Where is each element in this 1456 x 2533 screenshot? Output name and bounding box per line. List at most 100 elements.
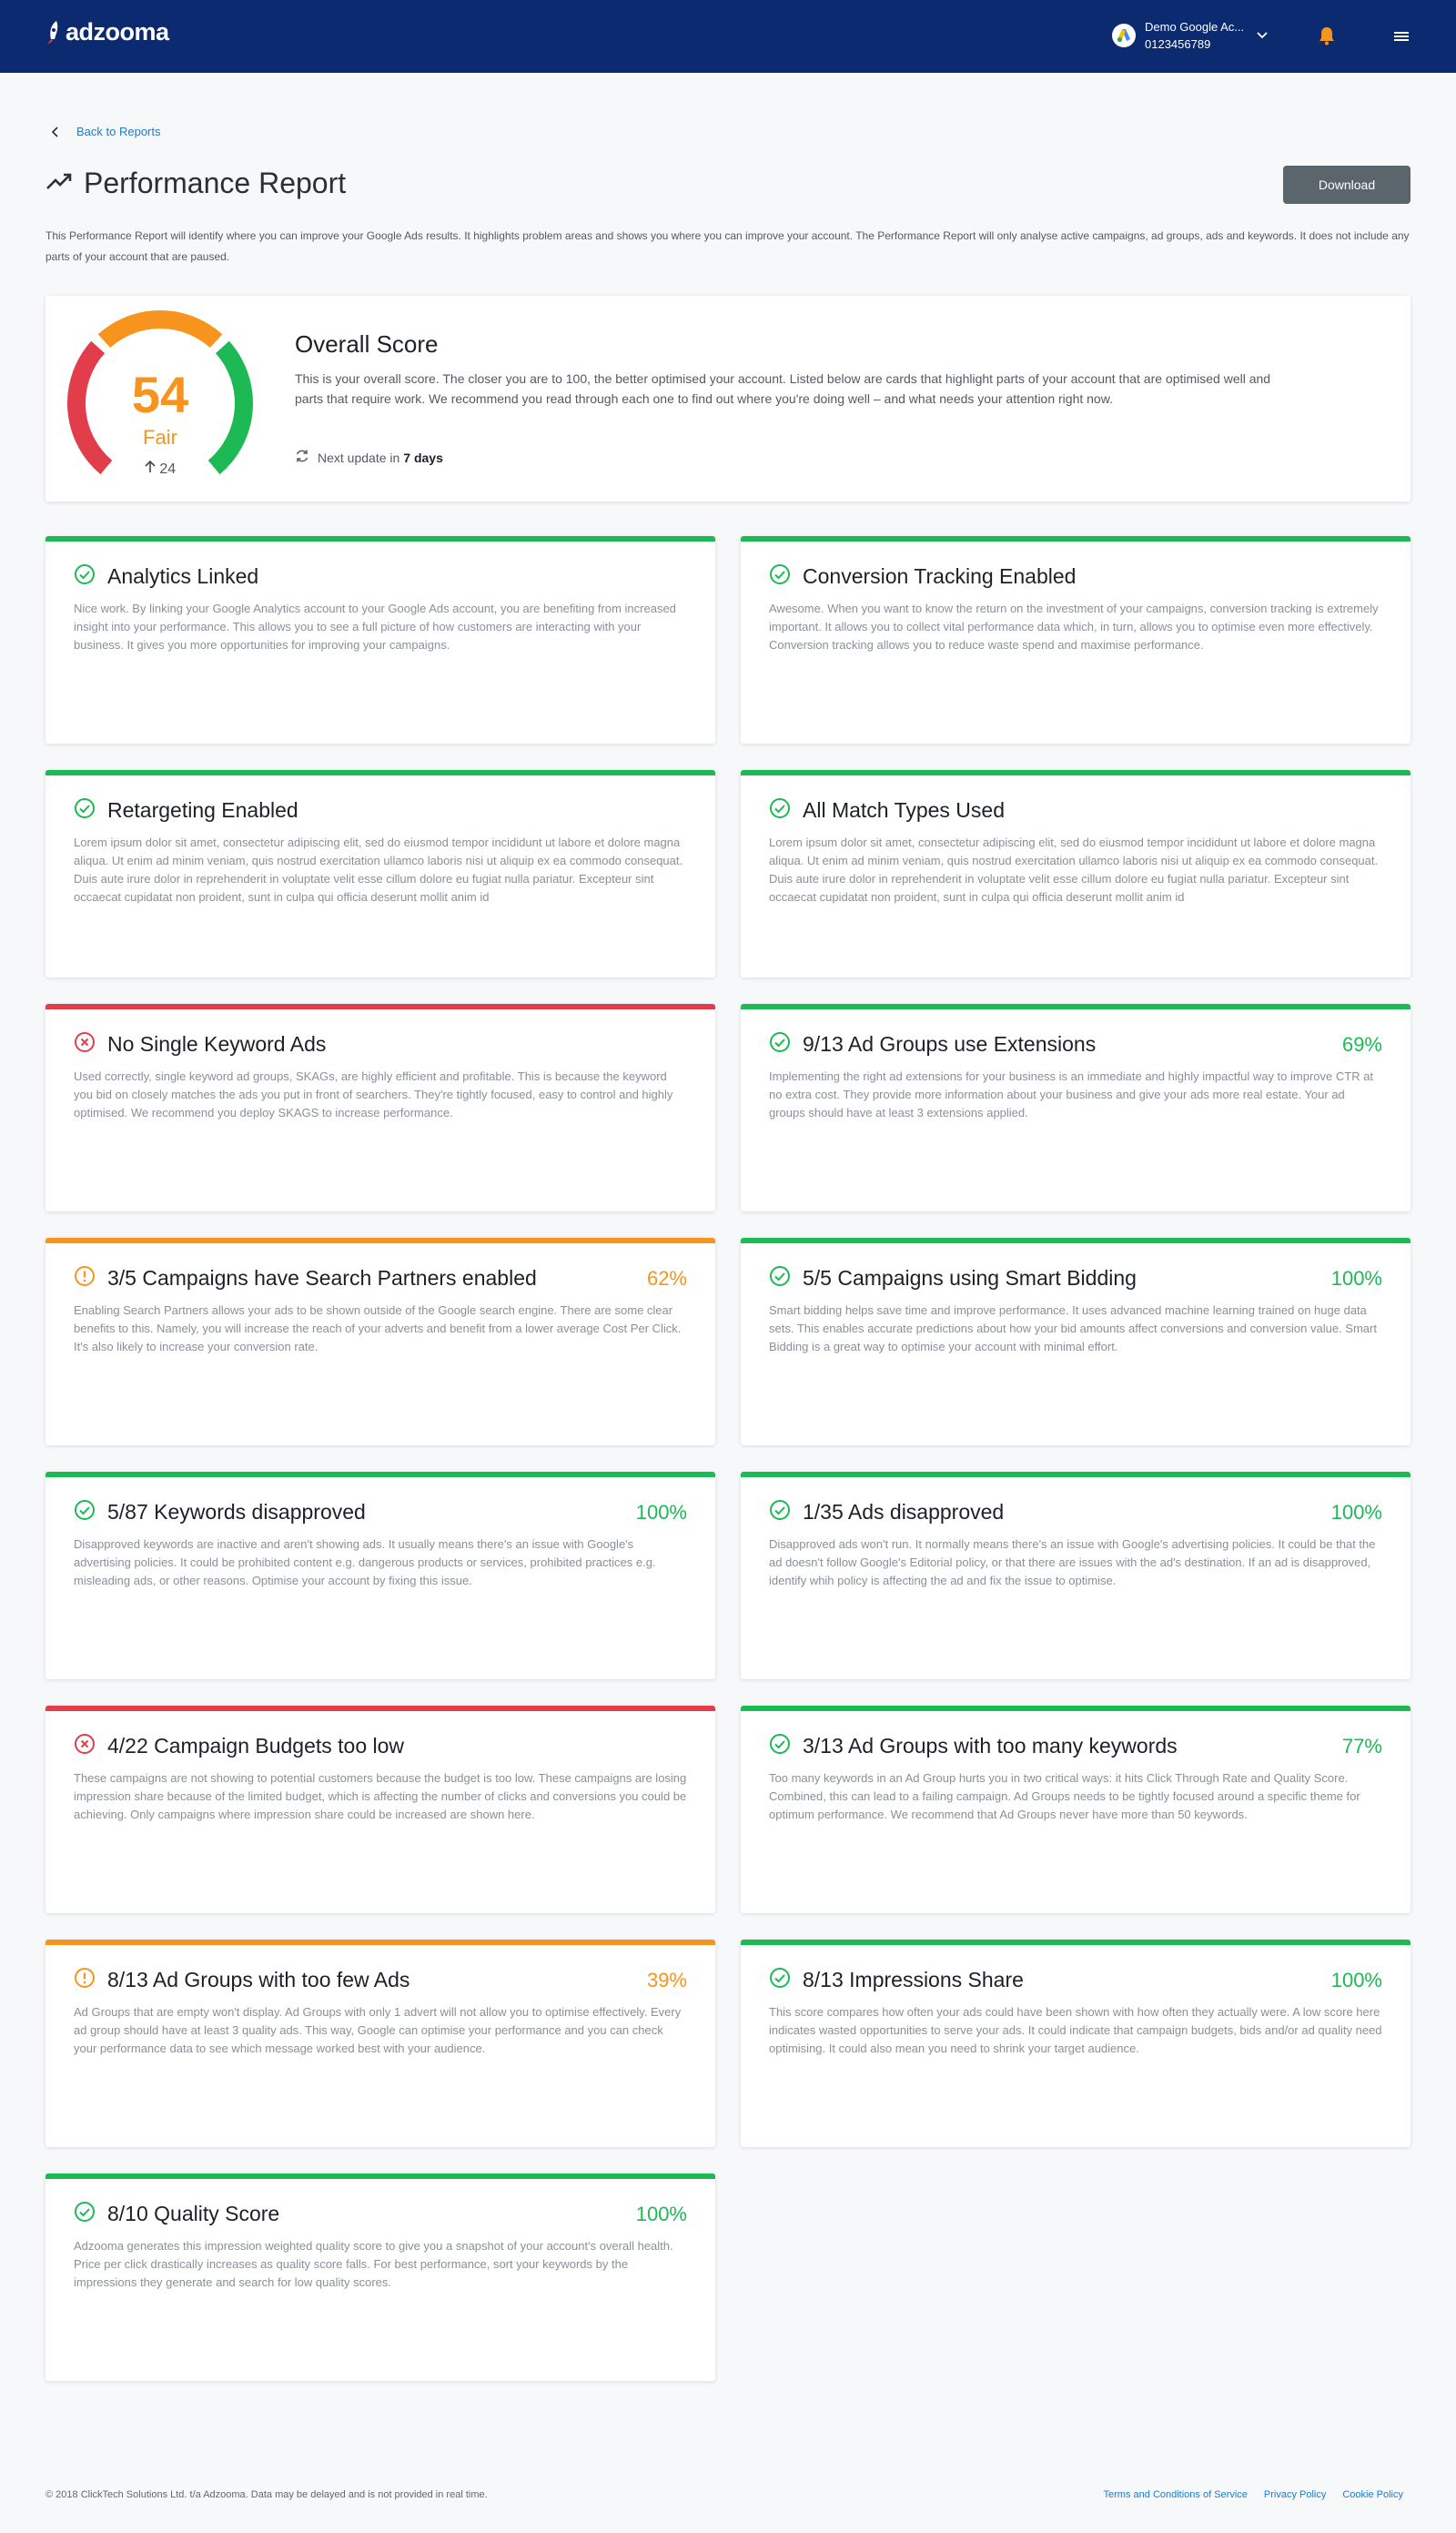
account-info: Demo Google Ac... 0123456789 <box>1145 18 1244 53</box>
download-button[interactable]: Download <box>1283 166 1410 204</box>
footer-copyright: © 2018 ClickTech Solutions Ltd. t/a Adzo… <box>46 2489 488 2500</box>
report-card[interactable]: No Single Keyword Ads Used correctly, sin… <box>46 1004 715 1211</box>
check-circle-icon <box>769 797 791 819</box>
report-card[interactable]: 5/87 Keywords disapproved 100% Disapproved… <box>46 1472 715 1679</box>
report-card[interactable]: Analytics Linked Nice work. By linking yo… <box>46 536 715 744</box>
notification-bell-icon[interactable] <box>1316 25 1338 46</box>
account-switcher[interactable]: Demo Google Ac... 0123456789 <box>1112 18 1268 53</box>
card-description: Disapproved ads won't run. It normally m… <box>769 1537 1376 1587</box>
score-change: 24 <box>64 460 257 478</box>
trending-up-icon <box>46 171 73 196</box>
google-ads-icon <box>1112 24 1136 47</box>
score-delta-value: 24 <box>159 461 177 477</box>
check-circle-icon <box>769 1031 791 1053</box>
report-card[interactable]: 8/13 Impressions Share 100% This score com… <box>741 1940 1410 2147</box>
status-bar <box>46 1004 715 1009</box>
card-description: Implementing the right ad extensions for… <box>769 1069 1374 1120</box>
card-title: No Single Keyword Ads <box>107 1032 327 1056</box>
terms-link[interactable]: Terms and Conditions of Service <box>1104 2489 1248 2500</box>
check-circle-icon <box>74 563 96 585</box>
card-description: Too many keywords in an Ad Group hurts y… <box>769 1771 1360 1821</box>
x-circle-icon <box>74 1031 96 1053</box>
card-percent: 100% <box>1330 1267 1382 1290</box>
report-card[interactable]: 5/5 Campaigns using Smart Bidding 100% Sma… <box>741 1238 1410 1445</box>
card-percent: 62% <box>646 1267 687 1290</box>
check-circle-icon <box>74 1499 96 1521</box>
card-description: Enabling Search Partners allows your ads… <box>74 1303 682 1353</box>
card-title: 8/10 Quality Score <box>107 2202 280 2225</box>
card-description: Disapproved keywords are inactive and ar… <box>74 1537 656 1587</box>
page-title: Performance Report <box>84 167 347 199</box>
check-circle-icon <box>769 1265 791 1287</box>
card-title: 5/87 Keywords disapproved <box>107 1500 366 1524</box>
card-title: 1/35 Ads disapproved <box>803 1500 1005 1524</box>
card-percent: 77% <box>1341 1735 1382 1758</box>
overall-score-title: Overall Score <box>295 330 439 358</box>
check-circle-icon <box>74 2201 96 2223</box>
card-title: 3/13 Ad Groups with too many keywords <box>803 1734 1178 1758</box>
card-description: This score compares how often your ads c… <box>769 2005 1382 2055</box>
status-bar <box>46 1706 715 1711</box>
status-bar <box>46 770 715 775</box>
score-gauge: 54 Fair 24 <box>64 307 257 489</box>
card-title: All Match Types Used <box>803 798 1006 822</box>
check-circle-icon <box>769 1967 791 1989</box>
x-circle-icon <box>74 1733 96 1755</box>
next-update-label: Next update in <box>318 450 400 465</box>
card-description: Lorem ipsum dolor sit amet, consectetur … <box>74 836 683 904</box>
gauge-arc-mid <box>97 310 223 349</box>
status-bar <box>741 1238 1410 1243</box>
report-card[interactable]: Retargeting Enabled Lorem ipsum dolor sit… <box>46 770 715 978</box>
check-circle-icon <box>769 1733 791 1755</box>
arrow-up-icon <box>145 460 159 477</box>
adzooma-logo[interactable]: adzooma <box>44 18 169 46</box>
cookie-link[interactable]: Cookie Policy <box>1342 2489 1403 2500</box>
status-bar <box>741 770 1410 775</box>
card-description: Smart bidding helps save time and improv… <box>769 1303 1377 1353</box>
back-to-reports-link[interactable]: Back to Reports <box>51 125 161 138</box>
card-percent: 100% <box>635 1501 687 1524</box>
privacy-link[interactable]: Privacy Policy <box>1264 2489 1326 2500</box>
card-title: 8/13 Impressions Share <box>803 1968 1024 1991</box>
report-card[interactable]: 1/35 Ads disapproved 100% Disapproved ads … <box>741 1472 1410 1679</box>
card-description: Ad Groups that are empty won't display. … <box>74 2005 682 2055</box>
report-card[interactable]: 8/13 Ad Groups with too few Ads 39% Ad Gro… <box>46 1940 715 2147</box>
report-card[interactable]: 3/5 Campaigns have Search Partners enabl… <box>46 1238 715 1445</box>
next-update: Next update in 7 days <box>295 449 443 466</box>
card-title: 5/5 Campaigns using Smart Bidding <box>803 1266 1137 1290</box>
footer-links: Terms and Conditions of Service Privacy … <box>1104 2489 1403 2500</box>
card-percent: 100% <box>1330 1969 1382 1991</box>
page-header: Performance Report <box>46 167 346 200</box>
report-card[interactable]: 3/13 Ad Groups with too many keywords 77%… <box>741 1706 1410 1913</box>
alert-circle-icon <box>74 1265 96 1287</box>
card-percent: 69% <box>1341 1033 1382 1056</box>
card-title: Retargeting Enabled <box>107 798 298 822</box>
card-description: Lorem ipsum dolor sit amet, consectetur … <box>769 836 1379 904</box>
status-bar <box>46 1940 715 1945</box>
card-title: 8/13 Ad Groups with too few Ads <box>107 1968 410 1991</box>
report-card[interactable]: 8/10 Quality Score 100% Adzooma generates … <box>46 2173 715 2381</box>
report-card[interactable]: Conversion Tracking Enabled Awesome. When… <box>741 536 1410 744</box>
overall-score-description: This is your overall score. The closer y… <box>295 371 1271 406</box>
top-navbar: adzooma Demo Google Ac... 0123456789 <box>0 0 1456 73</box>
chevron-left-icon <box>51 126 58 137</box>
back-link-label: Back to Reports <box>76 125 161 138</box>
status-bar <box>46 536 715 542</box>
status-bar <box>741 1940 1410 1945</box>
account-name: Demo Google Ac... <box>1145 20 1245 34</box>
report-card[interactable]: All Match Types Used Lorem ipsum dolor si… <box>741 770 1410 978</box>
report-card[interactable]: 4/22 Campaign Budgets too low These campa… <box>46 1706 715 1913</box>
report-card[interactable]: 9/13 Ad Groups use Extensions 69% Implemen… <box>741 1004 1410 1211</box>
score-value: 54 <box>131 366 189 423</box>
status-bar <box>46 2173 715 2179</box>
refresh-icon <box>295 449 318 466</box>
status-bar <box>741 1004 1410 1009</box>
card-description: Adzooma generates this impression weight… <box>74 2239 673 2289</box>
status-bar <box>741 536 1410 542</box>
chevron-down-icon <box>1257 27 1268 44</box>
status-bar <box>741 1706 1410 1711</box>
hamburger-menu-icon[interactable] <box>1391 27 1411 46</box>
status-bar <box>46 1472 715 1477</box>
alert-circle-icon <box>74 1967 96 1989</box>
card-title: 3/5 Campaigns have Search Partners enabl… <box>107 1266 537 1290</box>
